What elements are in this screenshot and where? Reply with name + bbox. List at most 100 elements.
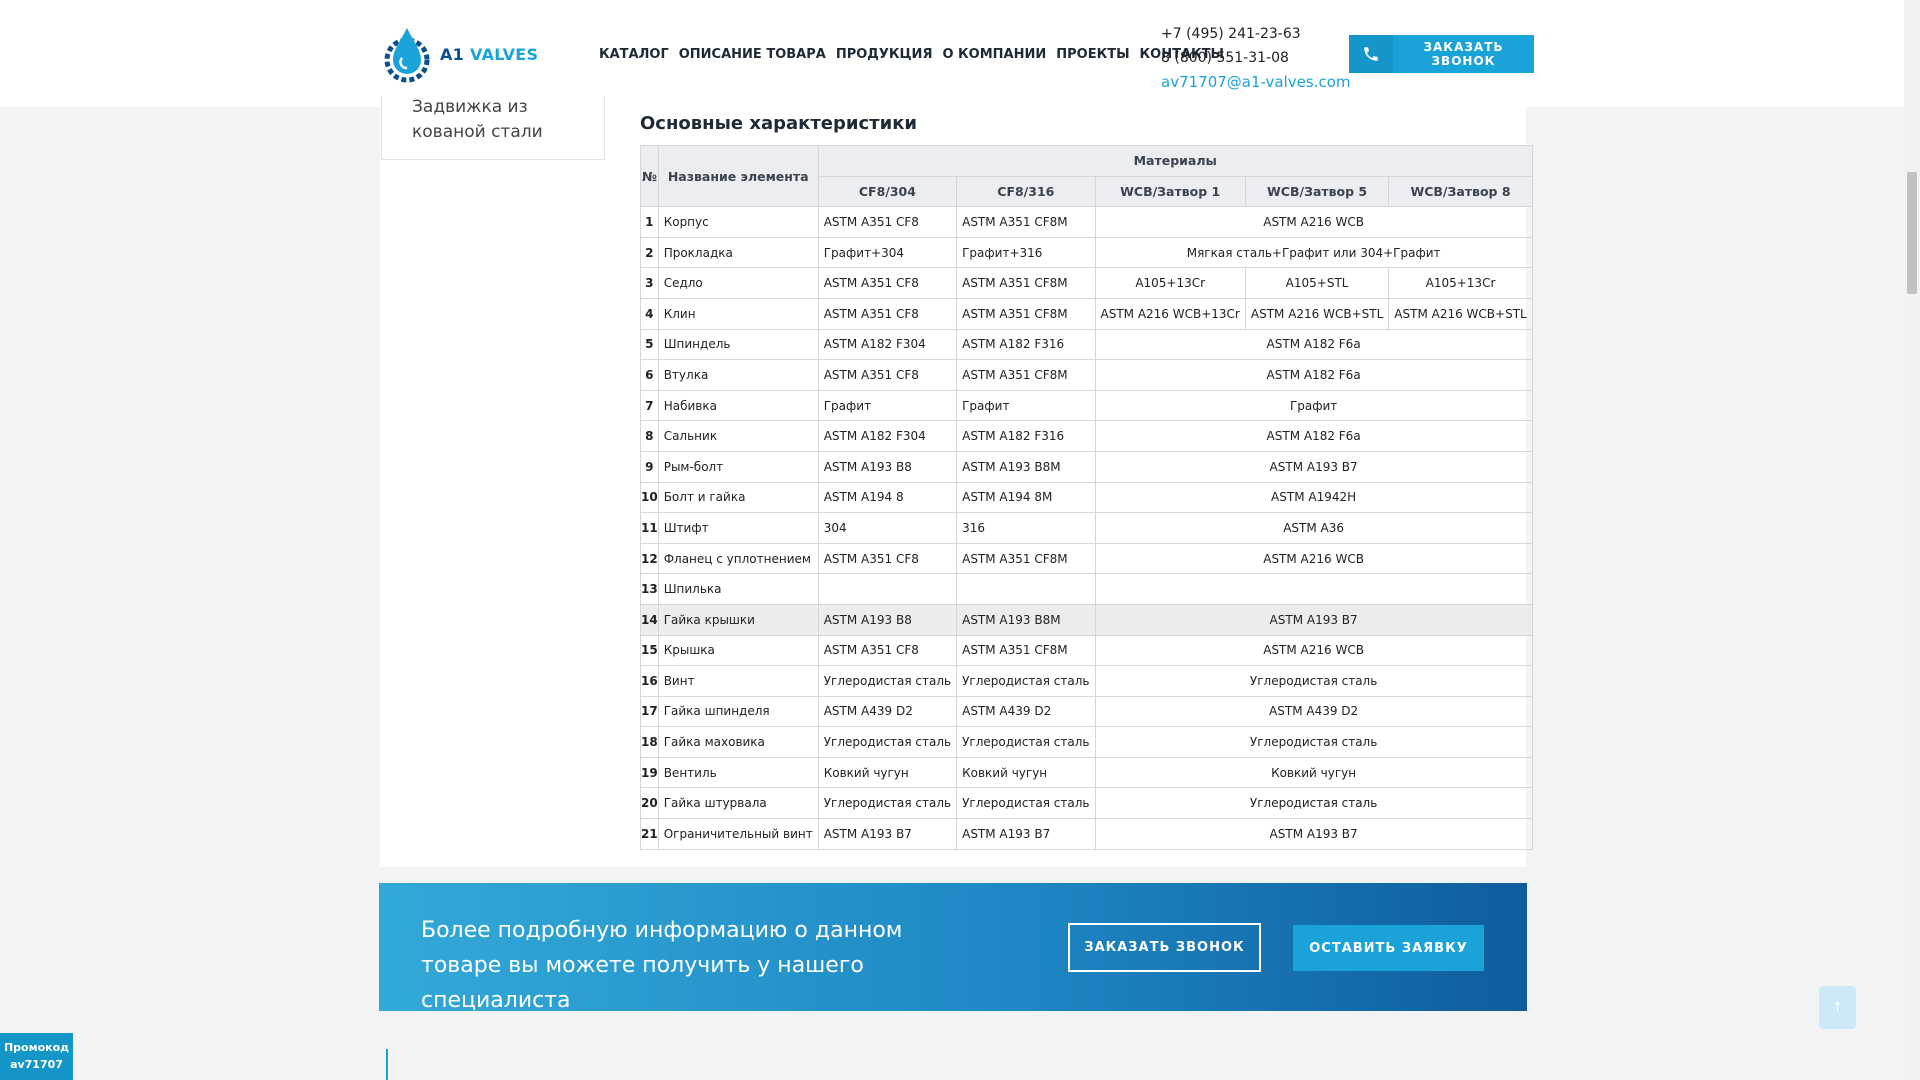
nav-projects[interactable]: ПРОЕКТЫ [1056, 47, 1129, 62]
table-cell: ASTM A194 8M [956, 481, 1096, 514]
table-cell: Углеродистая сталь [1094, 787, 1533, 820]
phone-free[interactable]: 8 (800) 551-31-08 [1161, 46, 1351, 70]
sidebar-item-label-line2: кованой стали [412, 122, 543, 142]
table-cell: ASTM A182 F316 [956, 328, 1096, 361]
table-cell: ASTM A351 CF8M [956, 206, 1096, 238]
table-cell: 16 [640, 665, 659, 697]
phone-icon [1349, 35, 1393, 73]
table-cell: 3 [640, 267, 659, 299]
table-cell: Фланец с уплотнением [657, 542, 819, 575]
table-cell: ASTM A216 WCB [1094, 542, 1533, 575]
table-cell: Рым-болт [657, 450, 819, 483]
cta-order-call-button[interactable]: ЗАКАЗАТЬ ЗВОНОК [1068, 923, 1261, 972]
table-cell: Гайка крышки [657, 603, 819, 636]
table-cell: 20 [640, 787, 659, 820]
table-cell: Углеродистая сталь [817, 726, 958, 758]
table-cell: ASTM A216 WCB+13Cr [1094, 297, 1246, 330]
table-cell: ASTM A193 B7 [1094, 818, 1533, 850]
table-cell: ASTM A351 CF8 [817, 267, 958, 299]
table-cell: Ограничительный винт [657, 818, 819, 850]
email-link[interactable]: av71707@a1-valves.com [1161, 70, 1351, 94]
sidebar-item-forged-gate-valve[interactable]: Задвижка из кованой стали [381, 96, 605, 160]
table-row: 7 Набивка Графит Графит Графит [640, 389, 1533, 422]
promo-label: Промокод [3, 1041, 70, 1054]
page-scrollbar[interactable] [1904, 0, 1920, 1080]
table-cell: Ковкий чугун [817, 756, 958, 789]
table-cell: Шпилька [657, 573, 819, 605]
table-cell: ASTM A193 B7 [956, 818, 1096, 850]
table-cell: 10 [640, 481, 659, 514]
cta-leave-request-button[interactable]: ОСТАВИТЬ ЗАЯВКУ [1293, 925, 1484, 971]
table-cell: ASTM A182 F6a [1094, 328, 1533, 361]
table-row: 21 Ограничительный винт ASTM A193 B7 ASTM A… [640, 818, 1533, 850]
table-row: 8 Сальник ASTM A182 F304 ASTM A182 F316 ASTM… [640, 420, 1533, 452]
logo[interactable]: A1 VALVES [380, 24, 538, 84]
table-row: 1 Корпус ASTM A351 CF8 ASTM A351 CF8M ASTM A… [640, 206, 1533, 238]
table-row: 18 Гайка маховика Углеродистая сталь Углеро… [640, 726, 1533, 758]
table-cell: ASTM A182 F316 [956, 420, 1096, 452]
table-cell: Гайка маховика [657, 726, 819, 758]
table-cell: Винт [657, 665, 819, 697]
site-header: A1 VALVES КАТАЛОГ ОПИСАНИЕ ТОВАРА ПРОДУК… [0, 0, 1904, 107]
table-cell: ASTM A193 B8 [817, 450, 958, 483]
page-scrollbar-thumb[interactable] [1907, 172, 1917, 294]
table-cell [956, 573, 1096, 605]
main-nav: КАТАЛОГ ОПИСАНИЕ ТОВАРА ПРОДУКЦИЯ О КОМП… [599, 47, 1224, 62]
table-cell: Штифт [657, 512, 819, 544]
table-cell: Графит+316 [956, 236, 1096, 269]
cta-banner: Более подробную информацию о данном това… [379, 883, 1527, 1013]
table-cell: ASTM A193 B7 [1094, 450, 1533, 483]
table-cell: 18 [640, 726, 659, 758]
table-cell: Сальник [657, 420, 819, 452]
cta-text: Более подробную информацию о данном това… [421, 918, 903, 1013]
table-cell: ASTM A193 B8M [956, 450, 1096, 483]
table-cell: Гайка шпинделя [657, 695, 819, 728]
table-row: 20 Гайка штурвала Углеродистая сталь Углеро… [640, 787, 1533, 820]
table-cell: ASTM A182 F304 [817, 420, 958, 452]
table-cell: ASTM A182 F304 [817, 328, 958, 361]
table-cell: Болт и гайка [657, 481, 819, 514]
table-cell: 9 [640, 450, 659, 483]
nav-products[interactable]: ПРОДУКЦИЯ [836, 47, 933, 62]
table-cell [1094, 573, 1533, 605]
order-call-button[interactable]: ЗАКАЗАТЬ ЗВОНОК [1349, 35, 1534, 73]
table-cell: Графит+304 [817, 236, 958, 269]
table-row: 10 Болт и гайка ASTM A194 8 ASTM A194 8M AST… [640, 481, 1533, 514]
table-row: 17 Гайка шпинделя ASTM A439 D2 ASTM A439 D2… [640, 695, 1533, 728]
table-cell: Ковкий чугун [1094, 756, 1533, 789]
header-col: WCB/Затвор 5 [1244, 175, 1390, 208]
scroll-to-top-button[interactable]: ↑ [1819, 986, 1856, 1029]
table-cell: Углеродистая сталь [817, 787, 958, 820]
table-cell: ASTM A182 F6a [1094, 359, 1533, 391]
table-cell: Графит [956, 389, 1096, 422]
promo-code: av71707 [10, 1058, 63, 1071]
section-title: Основные характеристики [640, 113, 918, 134]
table-cell: 19 [640, 756, 659, 789]
table-cell: Седло [657, 267, 819, 299]
table-cell: Мягкая сталь+Графит или 304+Графит [1094, 236, 1533, 269]
table-cell: ASTM A216 WCB+STL [1388, 297, 1533, 330]
sidebar-item-label-line1: Задвижка из [412, 97, 528, 117]
table-cell: 6 [640, 359, 659, 391]
promo-code-badge[interactable]: Промокод av71707 [0, 1033, 73, 1080]
table-cell: ASTM A351 CF8 [817, 359, 958, 391]
table-cell: 7 [640, 389, 659, 422]
table-cell: ASTM A351 CF8 [817, 542, 958, 575]
nav-description[interactable]: ОПИСАНИЕ ТОВАРА [679, 47, 826, 62]
table-cell: ASTM A351 CF8 [817, 206, 958, 238]
table-row: 14 Гайка крышки ASTM A193 B8 ASTM A193 B8M A… [640, 603, 1533, 636]
header-contacts: +7 (495) 241-23-63 8 (800) 551-31-08 av7… [1161, 22, 1351, 94]
table-row: 15 Крышка ASTM A351 CF8 ASTM A351 CF8M ASTM … [640, 634, 1533, 667]
nav-catalog[interactable]: КАТАЛОГ [599, 47, 669, 62]
table-cell: Вентиль [657, 756, 819, 789]
table-cell: 8 [640, 420, 659, 452]
table-cell: 304 [817, 512, 958, 544]
header-materials: Материалы [817, 145, 1533, 177]
table-cell: ASTM A216 WCB [1094, 634, 1533, 667]
table-cell: ASTM A193 B7 [1094, 603, 1533, 636]
table-cell: ASTM A193 B8M [956, 603, 1096, 636]
nav-about[interactable]: О КОМПАНИИ [942, 47, 1046, 62]
table-row: 16 Винт Углеродистая сталь Углеродистая ста… [640, 665, 1533, 697]
phone-moscow[interactable]: +7 (495) 241-23-63 [1161, 22, 1351, 46]
table-cell: 11 [640, 512, 659, 544]
